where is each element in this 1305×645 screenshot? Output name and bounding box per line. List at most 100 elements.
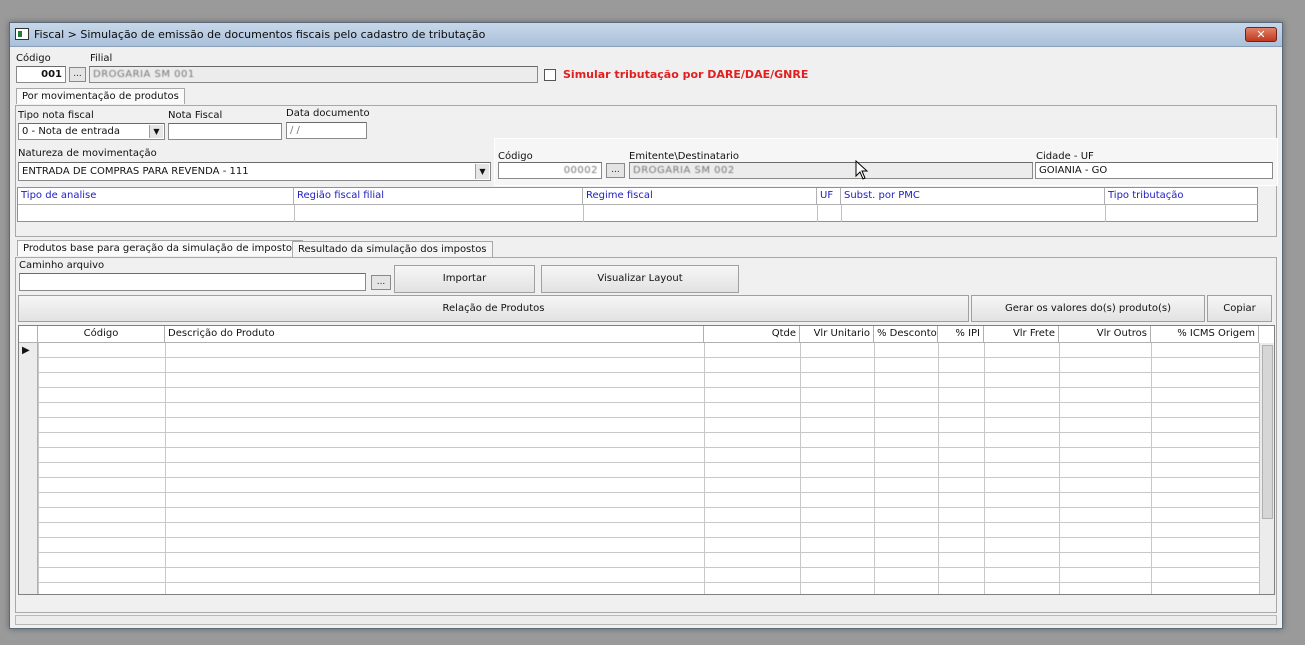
emitente-codigo-field[interactable]: 00002 xyxy=(498,162,602,179)
products-scrollbar[interactable] xyxy=(1259,343,1274,594)
data-documento-field[interactable]: / / xyxy=(286,122,367,139)
analysis-col-subst[interactable]: Subst. por PMC xyxy=(841,188,1105,205)
grid-line xyxy=(800,463,801,478)
grid-line xyxy=(938,388,939,403)
emitente-lookup-button[interactable]: ... xyxy=(606,163,625,178)
grid-line xyxy=(38,343,39,358)
grid-line xyxy=(38,358,39,373)
chevron-down-icon[interactable]: ▼ xyxy=(475,164,489,179)
table-row[interactable] xyxy=(19,343,1259,358)
table-row[interactable] xyxy=(19,373,1259,388)
table-row[interactable] xyxy=(19,358,1259,373)
table-row[interactable] xyxy=(19,493,1259,508)
grid-line xyxy=(165,343,166,358)
analysis-col-uf[interactable]: UF xyxy=(817,188,841,205)
grid-line xyxy=(165,463,166,478)
chevron-down-icon[interactable]: ▼ xyxy=(149,125,163,138)
grid-line xyxy=(38,568,39,583)
cidade-field[interactable]: GOIANIA - GO xyxy=(1035,162,1273,179)
tipo-nota-select[interactable]: 0 - Nota de entrada ▼ xyxy=(18,123,165,140)
codigo-field[interactable]: 001 xyxy=(16,66,66,83)
copiar-button[interactable]: Copiar xyxy=(1207,295,1272,322)
grid-line xyxy=(38,463,39,478)
grid-line xyxy=(800,448,801,463)
natureza-select[interactable]: ENTRADA DE COMPRAS PARA REVENDA - 111 ▼ xyxy=(18,162,491,181)
importar-button[interactable]: Importar xyxy=(394,265,535,293)
row-indicator-cell xyxy=(19,388,38,403)
grid-line xyxy=(874,568,875,583)
analysis-col-tipo[interactable]: Tipo de analise xyxy=(18,188,294,205)
table-row[interactable] xyxy=(19,448,1259,463)
filial-label: Filial xyxy=(90,53,113,64)
codigo-label: Código xyxy=(16,53,51,64)
table-row[interactable] xyxy=(19,418,1259,433)
grid-line xyxy=(984,478,985,493)
row-indicator-cell xyxy=(19,478,38,493)
grid-line xyxy=(1151,568,1152,583)
table-row[interactable] xyxy=(19,523,1259,538)
relacao-produtos-button[interactable]: Relação de Produtos xyxy=(18,295,969,322)
products-col-indicator xyxy=(19,326,38,343)
table-row[interactable] xyxy=(19,538,1259,553)
grid-line xyxy=(874,523,875,538)
products-col-outros[interactable]: Vlr Outros xyxy=(1059,326,1151,343)
emitente-field[interactable]: DROGARIA SM 002 xyxy=(629,162,1033,179)
table-row[interactable] xyxy=(19,568,1259,583)
table-row[interactable] xyxy=(19,583,1259,594)
grid-line xyxy=(165,553,166,568)
title-bar[interactable]: Fiscal > Simulação de emissão de documen… xyxy=(10,23,1282,47)
tipo-nota-label: Tipo nota fiscal xyxy=(18,110,94,121)
grid-line xyxy=(165,403,166,418)
visualizar-layout-button[interactable]: Visualizar Layout xyxy=(541,265,739,293)
grid-line xyxy=(704,523,705,538)
grid-line xyxy=(38,388,39,403)
table-row[interactable] xyxy=(19,433,1259,448)
gerar-valores-button[interactable]: Gerar os valores do(s) produto(s) xyxy=(971,295,1205,322)
analysis-col-tributacao[interactable]: Tipo tributação xyxy=(1105,188,1258,205)
row-indicator-cell xyxy=(19,568,38,583)
grid-line xyxy=(1151,358,1152,373)
filial-field[interactable]: DROGARIA SM 001 xyxy=(89,66,538,83)
grid-line xyxy=(984,418,985,433)
caminho-field[interactable] xyxy=(19,273,366,291)
analysis-col-regiao[interactable]: Região fiscal filial xyxy=(294,188,583,205)
products-col-codigo[interactable]: Código xyxy=(38,326,165,343)
grid-line xyxy=(800,523,801,538)
row-indicator-cell xyxy=(19,463,38,478)
tab-resultado-simulacao[interactable]: Resultado da simulação dos impostos xyxy=(292,241,493,257)
table-row[interactable] xyxy=(19,463,1259,478)
analysis-row[interactable] xyxy=(18,205,1257,222)
simular-checkbox[interactable] xyxy=(544,69,556,81)
grid-line xyxy=(938,403,939,418)
grid-line xyxy=(874,343,875,358)
row-indicator-cell xyxy=(19,508,38,523)
grid-line xyxy=(704,403,705,418)
grid-line xyxy=(1059,493,1060,508)
codigo-lookup-button[interactable]: ... xyxy=(69,67,86,82)
tab-produtos-base[interactable]: Produtos base para geração da simulação … xyxy=(17,240,304,256)
grid-line xyxy=(1151,493,1152,508)
products-col-icms[interactable]: % ICMS Origem xyxy=(1151,326,1259,343)
analysis-col-regime[interactable]: Regime fiscal xyxy=(583,188,817,205)
table-row[interactable] xyxy=(19,508,1259,523)
table-row[interactable] xyxy=(19,478,1259,493)
tab-por-movimentacao[interactable]: Por movimentação de produtos xyxy=(16,88,185,104)
table-row[interactable] xyxy=(19,403,1259,418)
grid-line xyxy=(1059,583,1060,594)
products-col-ipi[interactable]: % IPI xyxy=(938,326,984,343)
scrollbar-thumb[interactable] xyxy=(1262,345,1273,519)
table-row[interactable] xyxy=(19,553,1259,568)
nota-fiscal-field[interactable] xyxy=(168,123,282,140)
products-col-frete[interactable]: Vlr Frete xyxy=(984,326,1059,343)
products-col-desconto[interactable]: % Desconto xyxy=(874,326,938,343)
products-col-vlr-unitario[interactable]: Vlr Unitario xyxy=(800,326,874,343)
products-col-descricao[interactable]: Descrição do Produto xyxy=(165,326,704,343)
grid-line xyxy=(874,508,875,523)
grid-line xyxy=(874,493,875,508)
close-button[interactable]: ✕ xyxy=(1245,27,1277,42)
caminho-lookup-button[interactable]: ... xyxy=(371,275,391,290)
table-row[interactable] xyxy=(19,388,1259,403)
row-indicator-cell xyxy=(19,448,38,463)
app-icon xyxy=(15,28,29,40)
products-col-qtde[interactable]: Qtde xyxy=(704,326,800,343)
